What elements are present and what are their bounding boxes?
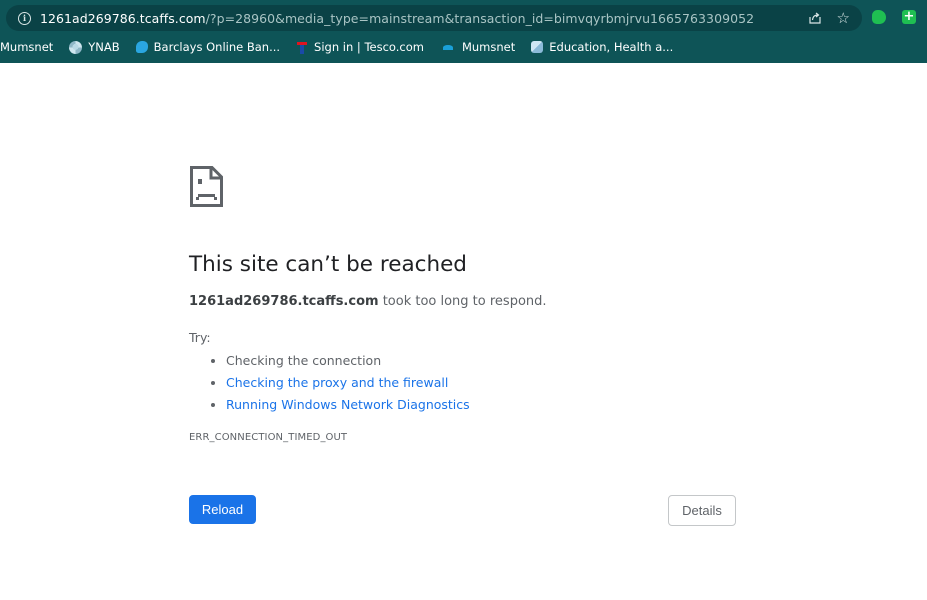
bookmark-label: Education, Health a... xyxy=(549,40,674,54)
bookmark-mumsnet-2[interactable]: Mumsnet xyxy=(440,40,515,54)
star-icon[interactable]: ☆ xyxy=(837,10,850,26)
bookmark-barclays[interactable]: Barclays Online Ban... xyxy=(135,40,281,54)
bookmark-ynab[interactable]: YNAB xyxy=(69,40,120,54)
plus-extension-icon[interactable]: + xyxy=(902,10,916,24)
details-button[interactable]: Details xyxy=(668,495,736,526)
url-host: 1261ad269786.tcaffs.com xyxy=(40,10,206,26)
share-icon[interactable] xyxy=(808,12,821,24)
bookmarks-bar: Mumsnet YNAB Barclays Online Ban... Sign… xyxy=(0,36,689,58)
bookmark-label: Sign in | Tesco.com xyxy=(314,40,424,54)
browser-toolbar: i 1261ad269786.tcaffs.com/?p=28960&media… xyxy=(0,0,927,63)
bookmark-tesco[interactable]: Sign in | Tesco.com xyxy=(296,40,424,54)
bookmark-label: YNAB xyxy=(88,40,120,54)
bookmark-mumsnet[interactable]: Mumsnet xyxy=(0,40,53,54)
bookmark-label: Barclays Online Ban... xyxy=(153,40,281,54)
error-summary: 1261ad269786.tcaffs.com took too long to… xyxy=(189,294,547,309)
suggestion-list: Checking the connection Checking the pro… xyxy=(189,350,470,416)
url-path: /?p=28960&media_type=mainstream&transact… xyxy=(205,10,755,26)
ynab-icon xyxy=(69,40,83,54)
proxy-firewall-link[interactable]: Checking the proxy and the firewall xyxy=(226,375,448,390)
url-text[interactable]: 1261ad269786.tcaffs.com/?p=28960&media_t… xyxy=(40,11,754,26)
bookmark-education[interactable]: Education, Health a... xyxy=(531,40,673,54)
page-title: This site can’t be reached xyxy=(189,252,467,277)
error-code: ERR_CONNECTION_TIMED_OUT xyxy=(189,432,348,443)
mumsnet-icon xyxy=(440,42,456,52)
suggestion-text: Checking the connection xyxy=(226,353,382,368)
tesco-icon xyxy=(296,41,308,54)
education-icon xyxy=(531,41,544,53)
sad-page-icon xyxy=(190,166,223,207)
error-message: took too long to respond. xyxy=(378,294,547,309)
address-bar-actions: ☆ xyxy=(808,5,850,31)
try-label: Try: xyxy=(189,330,211,345)
address-bar[interactable]: i 1261ad269786.tcaffs.com/?p=28960&media… xyxy=(6,5,862,31)
suggestion-item: Checking the connection xyxy=(226,350,470,372)
reload-button[interactable]: Reload xyxy=(189,495,256,524)
suggestion-item: Running Windows Network Diagnostics xyxy=(226,394,470,416)
evernote-icon[interactable] xyxy=(872,10,886,24)
info-icon[interactable]: i xyxy=(18,11,31,25)
bookmark-label: Mumsnet xyxy=(0,40,54,54)
error-host: 1261ad269786.tcaffs.com xyxy=(189,294,379,309)
network-diagnostics-link[interactable]: Running Windows Network Diagnostics xyxy=(226,397,470,412)
barclays-eagle-icon xyxy=(135,41,148,53)
suggestion-item: Checking the proxy and the firewall xyxy=(226,372,470,394)
bookmark-label: Mumsnet xyxy=(461,40,516,54)
